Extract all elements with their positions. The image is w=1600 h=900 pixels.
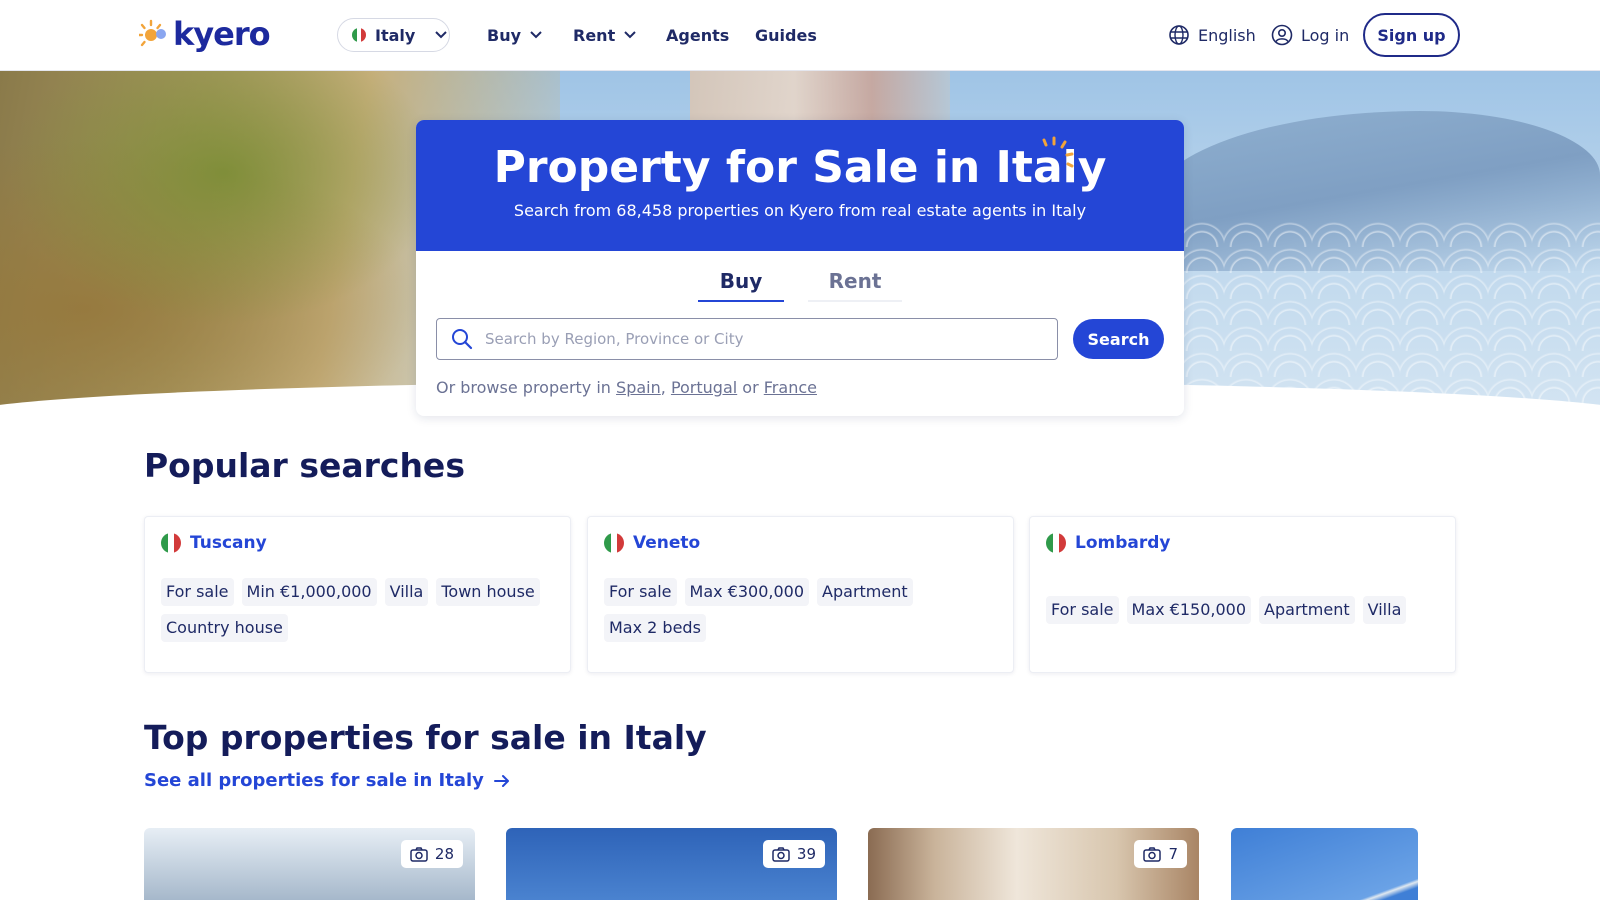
search-filter-chips: For sale Min €1,000,000 Villa Town house… bbox=[161, 578, 554, 642]
region-name: Tuscany bbox=[190, 533, 267, 553]
property-card[interactable]: 28 bbox=[144, 828, 475, 900]
browse-link-portugal[interactable]: Portugal bbox=[671, 378, 737, 397]
language-selector[interactable]: English bbox=[1168, 22, 1256, 48]
popular-search-card-lombardy[interactable]: Lombardy For sale Max €150,000 Apartment… bbox=[1029, 516, 1456, 673]
filter-chip: Country house bbox=[161, 614, 288, 642]
filter-chip: Min €1,000,000 bbox=[241, 578, 377, 606]
tab-buy[interactable]: Buy bbox=[698, 266, 784, 302]
sun-logo-icon bbox=[139, 19, 166, 47]
top-properties-heading: Top properties for sale in Italy bbox=[144, 718, 707, 757]
photo-count: 7 bbox=[1168, 845, 1178, 863]
tab-rent[interactable]: Rent bbox=[808, 266, 902, 302]
nav-buy-label: Buy bbox=[487, 25, 522, 45]
search-panel: Property for Sale in Italy Search from 6… bbox=[416, 120, 1184, 416]
photo-count-badge: 39 bbox=[762, 840, 825, 868]
login-label: Log in bbox=[1301, 25, 1350, 45]
nav-buy[interactable]: Buy bbox=[487, 22, 543, 48]
search-button[interactable]: Search bbox=[1073, 319, 1164, 359]
photo-count-badge: 28 bbox=[400, 840, 463, 868]
filter-chip: For sale bbox=[1046, 596, 1119, 624]
nav-rent-label: Rent bbox=[573, 25, 616, 45]
browse-other-countries: Or browse property in Spain, Portugal or… bbox=[436, 378, 817, 397]
filter-chip: For sale bbox=[161, 578, 234, 606]
user-icon bbox=[1271, 24, 1293, 46]
see-all-properties-link[interactable]: See all properties for sale in Italy bbox=[144, 770, 510, 791]
nav-rent[interactable]: Rent bbox=[573, 22, 637, 48]
hero-wave-pattern bbox=[1180, 221, 1600, 411]
page-subtitle: Search from 68,458 properties on Kyero f… bbox=[513, 201, 1087, 220]
arrow-right-icon bbox=[493, 774, 509, 787]
chevron-down-icon bbox=[435, 31, 448, 39]
search-filter-chips: For sale Max €300,000 Apartment Max 2 be… bbox=[604, 578, 997, 642]
photo-count: 39 bbox=[796, 845, 816, 863]
italy-flag-icon bbox=[1046, 533, 1066, 553]
filter-chip: Max €150,000 bbox=[1126, 596, 1252, 624]
search-panel-header: Property for Sale in Italy Search from 6… bbox=[416, 120, 1184, 251]
property-card[interactable]: 39 bbox=[506, 828, 837, 900]
search-icon bbox=[452, 329, 473, 350]
nav-agents-label: Agents bbox=[666, 25, 730, 45]
popular-searches-heading: Popular searches bbox=[144, 446, 465, 485]
search-filter-chips: For sale Max €150,000 Apartment Villa bbox=[1046, 596, 1439, 624]
property-card[interactable] bbox=[1231, 828, 1418, 900]
property-card[interactable]: 7 bbox=[868, 828, 1199, 900]
filter-chip: Apartment bbox=[817, 578, 913, 606]
photo-count: 28 bbox=[434, 845, 454, 863]
filter-chip: For sale bbox=[604, 578, 677, 606]
filter-chip: Apartment bbox=[1259, 596, 1355, 624]
login-link[interactable]: Log in bbox=[1271, 22, 1349, 48]
chevron-down-icon bbox=[624, 31, 636, 39]
popular-search-card-tuscany[interactable]: Tuscany For sale Min €1,000,000 Villa To… bbox=[144, 516, 571, 673]
browse-link-france[interactable]: France bbox=[764, 378, 817, 397]
search-tabs: Buy Rent bbox=[698, 266, 902, 302]
filter-chip: Town house bbox=[436, 578, 540, 606]
browse-link-spain[interactable]: Spain bbox=[616, 378, 661, 397]
camera-icon bbox=[772, 846, 790, 862]
popular-search-region: Veneto bbox=[604, 533, 700, 553]
popular-search-region: Lombardy bbox=[1046, 533, 1171, 553]
italy-flag-icon bbox=[352, 28, 366, 42]
signup-button[interactable]: Sign up bbox=[1363, 13, 1460, 57]
top-navigation-bar: kyero Italy Buy Rent Agents Guides Engli… bbox=[0, 0, 1600, 71]
browse-or: or bbox=[742, 378, 759, 397]
chevron-down-icon bbox=[530, 31, 542, 39]
popular-search-region: Tuscany bbox=[161, 533, 267, 553]
sun-rays-icon bbox=[1042, 136, 1074, 168]
search-field[interactable] bbox=[436, 318, 1058, 360]
filter-chip: Villa bbox=[384, 578, 429, 606]
see-all-label: See all properties for sale in Italy bbox=[144, 770, 484, 791]
filter-chip: Villa bbox=[1362, 596, 1407, 624]
browse-prefix: Or browse property in bbox=[436, 378, 611, 397]
camera-icon bbox=[410, 846, 428, 862]
search-input[interactable] bbox=[485, 330, 1025, 348]
filter-chip: Max 2 beds bbox=[604, 614, 706, 642]
country-label: Italy bbox=[375, 25, 416, 45]
filter-chip: Max €300,000 bbox=[684, 578, 810, 606]
region-name: Veneto bbox=[633, 533, 701, 553]
logo-wordmark: kyero bbox=[173, 15, 271, 53]
country-selector[interactable]: Italy bbox=[337, 18, 450, 52]
camera-icon bbox=[1143, 846, 1162, 862]
photo-count-badge: 7 bbox=[1134, 840, 1187, 868]
italy-flag-icon bbox=[604, 533, 624, 553]
region-name: Lombardy bbox=[1075, 533, 1171, 553]
kyero-logo[interactable]: kyero bbox=[139, 14, 271, 54]
italy-flag-icon bbox=[161, 533, 181, 553]
nav-guides-label: Guides bbox=[755, 25, 817, 45]
globe-icon bbox=[1169, 25, 1189, 45]
browse-separator: , bbox=[660, 378, 666, 397]
popular-search-card-veneto[interactable]: Veneto For sale Max €300,000 Apartment M… bbox=[587, 516, 1014, 673]
nav-guides[interactable]: Guides bbox=[755, 22, 817, 48]
nav-agents[interactable]: Agents bbox=[666, 22, 729, 48]
language-label: English bbox=[1198, 25, 1256, 45]
